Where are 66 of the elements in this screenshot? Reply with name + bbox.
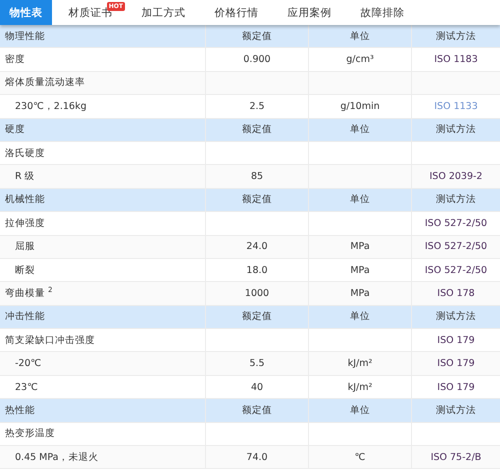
test-method[interactable]: ISO 527-2/50 — [424, 241, 488, 252]
table-cell: ℃ — [354, 452, 366, 463]
column-header: 单位 — [350, 310, 370, 324]
tab[interactable]: 应用案例 — [273, 0, 346, 25]
column-header: 单位 — [350, 193, 370, 206]
table-cell: 85 — [250, 171, 264, 182]
table-cell: 24.0 — [246, 241, 268, 252]
column-header: 额定值 — [242, 193, 272, 206]
column-header: 单位 — [350, 30, 370, 43]
column-header: 额定值 — [242, 310, 272, 324]
table-cell: 18.0 — [246, 264, 268, 276]
column-header: 热性能 — [5, 404, 35, 417]
table-cell: 230℃，2.16kg — [15, 100, 86, 113]
column-header: 额定值 — [242, 404, 272, 417]
column-header: 单位 — [350, 404, 370, 417]
table-cell: 0.900 — [243, 54, 271, 66]
table-cell: -20℃ — [15, 358, 42, 370]
table-cell: 40 — [250, 382, 264, 393]
table-cell: 5.5 — [249, 358, 265, 370]
table-cell: 密度 — [5, 53, 25, 66]
table-cell: 23℃ — [15, 382, 38, 393]
test-method[interactable]: ISO 2039-2 — [430, 171, 482, 182]
table-cell: MPa — [350, 241, 370, 252]
table-cell: 1000 — [244, 288, 270, 299]
table-cell: 熔体质量流动速率 — [5, 76, 85, 90]
tab[interactable]: 加工方式 — [127, 0, 200, 25]
test-method[interactable]: ISO 75-2/B — [430, 452, 482, 463]
table-cell: R 级 — [15, 170, 35, 184]
column-header: 测试方法 — [436, 123, 476, 136]
column-header: 测试方法 — [436, 404, 476, 417]
table-cell: g/cm³ — [346, 54, 374, 66]
test-method[interactable]: ISO 179 — [437, 382, 475, 393]
column-header: 测试方法 — [436, 30, 476, 43]
column-header: 额定值 — [242, 30, 272, 43]
table-cell: g/10min — [340, 100, 380, 112]
table-cell: MPa — [350, 288, 370, 299]
test-method[interactable]: ISO 527-2/50 — [424, 218, 488, 229]
column-header: 单位 — [350, 123, 370, 136]
test-method[interactable]: ISO 179 — [437, 358, 475, 370]
table-cell: 断裂 — [15, 264, 35, 277]
table-cell: kJ/m² — [348, 382, 372, 393]
tab[interactable]: 价格行情 — [200, 0, 273, 25]
column-header: 物理性能 — [5, 30, 45, 43]
table-cell: 弯曲模量 $^{2}$ — [5, 286, 52, 301]
table-cell: MPa — [350, 264, 370, 276]
table-cell: 74.0 — [246, 452, 268, 463]
table-cell: 简支梁缺口冲击强度 — [5, 334, 95, 347]
column-header: 测试方法 — [436, 310, 476, 324]
column-header: 机械性能 — [5, 193, 45, 206]
test-method[interactable]: ISO 527-2/50 — [424, 264, 488, 276]
table-cell: 热变形温度 — [5, 427, 55, 440]
table-cell: 洛氏硬度 — [5, 146, 45, 160]
tab[interactable]: 物性表 — [0, 0, 52, 25]
test-method[interactable]: ISO 1183 — [434, 54, 478, 66]
table-cell: 屈服 — [15, 240, 35, 254]
column-header: 硬度 — [5, 123, 25, 136]
test-method[interactable]: ISO 179 — [437, 334, 475, 346]
table-cell: 拉伸强度 — [5, 216, 45, 230]
tab[interactable]: 故障排除 — [346, 0, 419, 25]
test-method[interactable]: ISO 178 — [437, 288, 475, 299]
table-cell: 2.5 — [249, 100, 265, 112]
table-cell: kJ/m² — [348, 358, 372, 370]
column-header: 冲击性能 — [5, 310, 45, 324]
column-header: 额定值 — [242, 123, 272, 136]
table-cell: 0.45 MPa，未退火 — [15, 450, 98, 464]
column-header: 测试方法 — [436, 193, 476, 206]
